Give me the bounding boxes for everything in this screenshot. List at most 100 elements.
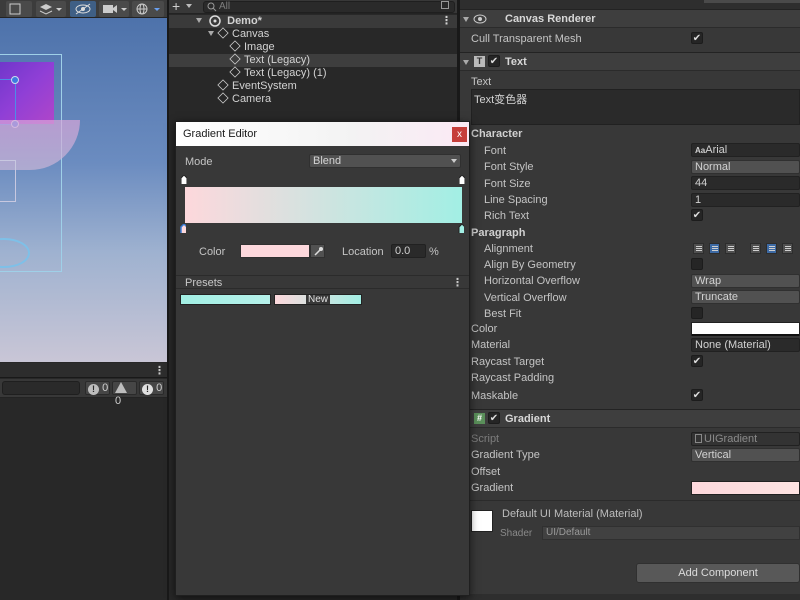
close-icon: x <box>457 129 462 140</box>
scene-menu-icon[interactable]: ⋮ <box>441 15 452 28</box>
eyedropper-icon <box>314 247 323 256</box>
align-bottom-button[interactable] <box>782 243 793 254</box>
add-component-button[interactable]: Add Component <box>636 563 800 583</box>
warning-icon <box>115 382 127 393</box>
close-button[interactable]: x <box>452 127 467 142</box>
gradient-enabled-checkbox[interactable] <box>488 412 500 424</box>
lock-icon[interactable] <box>441 1 449 9</box>
align-geometry-label: Align By Geometry <box>484 259 576 271</box>
warning-count: 0 <box>115 395 122 407</box>
hierarchy-item-label: Text (Legacy) <box>244 54 311 66</box>
material-field[interactable]: None (Material) <box>691 338 800 352</box>
gradient-type-dropdown[interactable]: Vertical <box>691 448 800 462</box>
expand-arrow-icon[interactable] <box>208 31 214 36</box>
expand-arrow-icon[interactable] <box>196 18 202 23</box>
raycast-padding-label: Raycast Padding <box>471 372 555 384</box>
raycast-target-checkbox[interactable] <box>691 355 703 367</box>
hierarchy-item-eventsystem[interactable]: EventSystem <box>169 79 457 93</box>
error-count-toggle[interactable]: ! 0 <box>139 381 164 395</box>
component-title: Text <box>505 56 527 68</box>
warning-count-toggle[interactable]: 0 <box>112 381 137 407</box>
location-label: Location <box>342 246 384 258</box>
font-size-field[interactable]: 44 <box>691 176 800 190</box>
scene-rect-handles[interactable] <box>0 79 16 125</box>
eyedropper-button[interactable] <box>310 244 325 258</box>
scene-name: Demo* <box>227 15 262 27</box>
maskable-label: Maskable <box>471 390 519 402</box>
console-menu-icon[interactable]: ⋮ <box>154 364 165 377</box>
material-label: Material <box>471 339 511 351</box>
alpha-key-end[interactable] <box>459 175 465 184</box>
font-field[interactable]: AaArial <box>691 143 800 157</box>
alpha-key-start[interactable] <box>181 175 187 184</box>
line-spacing-field[interactable]: 1 <box>691 193 800 207</box>
gradient-field[interactable] <box>691 481 800 495</box>
best-fit-checkbox[interactable] <box>691 307 703 319</box>
gameobject-icon <box>229 53 241 65</box>
presets-header: Presets ⋮ <box>176 275 469 289</box>
text-color-field[interactable] <box>691 322 800 336</box>
info-icon: ! <box>88 384 99 395</box>
grid-icon <box>9 3 21 15</box>
color-key-start[interactable] <box>180 224 186 233</box>
console-panel: ⋮ ! 0 0 ! 0 <box>0 363 167 600</box>
presets-label: Presets <box>185 277 223 289</box>
gradient-preview-bar[interactable] <box>185 187 462 223</box>
add-object-button[interactable]: + <box>172 0 180 14</box>
canvas-renderer-header[interactable]: Canvas Renderer <box>460 9 800 28</box>
handle-top-right[interactable] <box>11 76 19 84</box>
align-top-button[interactable] <box>750 243 761 254</box>
hierarchy-item-label: EventSystem <box>232 80 297 92</box>
align-geometry-checkbox[interactable] <box>691 258 703 270</box>
text-component-header[interactable]: T Text <box>460 52 800 71</box>
shader-label: Shader <box>500 528 533 539</box>
alignment-label: Alignment <box>484 243 533 255</box>
maskable-checkbox[interactable] <box>691 389 703 401</box>
hierarchy-item-camera[interactable]: Camera <box>169 92 457 106</box>
location-field[interactable]: 0.0 <box>391 244 426 258</box>
color-key-end[interactable] <box>458 224 464 233</box>
cull-transparent-checkbox[interactable] <box>691 32 703 44</box>
shader-dropdown[interactable]: UI/Default <box>542 526 800 540</box>
gizmos-dropdown-button[interactable] <box>132 1 164 17</box>
vertical-overflow-dropdown[interactable]: Truncate <box>691 290 800 304</box>
layers-icon <box>39 4 62 15</box>
gradient-editor-titlebar[interactable]: Gradient Editor <box>176 122 469 146</box>
presets-menu-icon[interactable]: ⋮ <box>452 276 463 289</box>
gizmo-toggle-button[interactable] <box>6 1 32 17</box>
hierarchy-item-canvas[interactable]: Canvas <box>169 27 457 41</box>
camera-dropdown-button[interactable] <box>99 1 129 17</box>
gradient-component-header[interactable]: # Gradient <box>460 409 800 428</box>
text-content-area[interactable]: Text变色器 <box>471 89 800 125</box>
align-left-button[interactable] <box>693 243 704 254</box>
align-middle-button[interactable] <box>766 243 777 254</box>
foldout-arrow-icon[interactable] <box>463 17 469 22</box>
hierarchy-item-text-legacy-1[interactable]: Text (Legacy) (1) <box>169 66 457 80</box>
scene-view[interactable] <box>0 0 167 362</box>
gradient-label: Gradient <box>471 482 514 494</box>
visibility-toggle-button[interactable] <box>70 1 96 17</box>
hierarchy-item-image[interactable]: Image <box>169 40 457 54</box>
mode-dropdown[interactable]: Blend <box>309 154 461 168</box>
console-search-input[interactable] <box>2 381 80 395</box>
align-right-button[interactable] <box>725 243 736 254</box>
new-preset-button[interactable]: New <box>274 294 362 305</box>
log-count-toggle[interactable]: ! 0 <box>85 381 110 395</box>
text-enabled-checkbox[interactable] <box>488 55 500 67</box>
preset-swatch[interactable] <box>180 294 271 305</box>
rich-text-checkbox[interactable] <box>691 209 703 221</box>
horizontal-overflow-dropdown[interactable]: Wrap <box>691 274 800 288</box>
hierarchy-item-demo-scene[interactable]: Demo* ⋮ <box>169 15 457 28</box>
chevron-down-icon[interactable] <box>186 4 192 8</box>
color-swatch-field[interactable] <box>240 244 310 258</box>
hierarchy-item-text-legacy[interactable]: Text (Legacy) <box>169 53 457 67</box>
hierarchy-search-input[interactable]: All <box>203 1 455 13</box>
align-center-button[interactable] <box>709 243 720 254</box>
font-style-dropdown[interactable]: Normal <box>691 160 800 174</box>
layers-dropdown-button[interactable] <box>36 1 66 17</box>
scene-inner-rect <box>0 160 16 202</box>
camera-icon <box>103 5 127 13</box>
scene-toolbar <box>0 0 167 18</box>
material-thumbnail[interactable] <box>471 510 493 532</box>
foldout-arrow-icon[interactable] <box>463 60 469 65</box>
